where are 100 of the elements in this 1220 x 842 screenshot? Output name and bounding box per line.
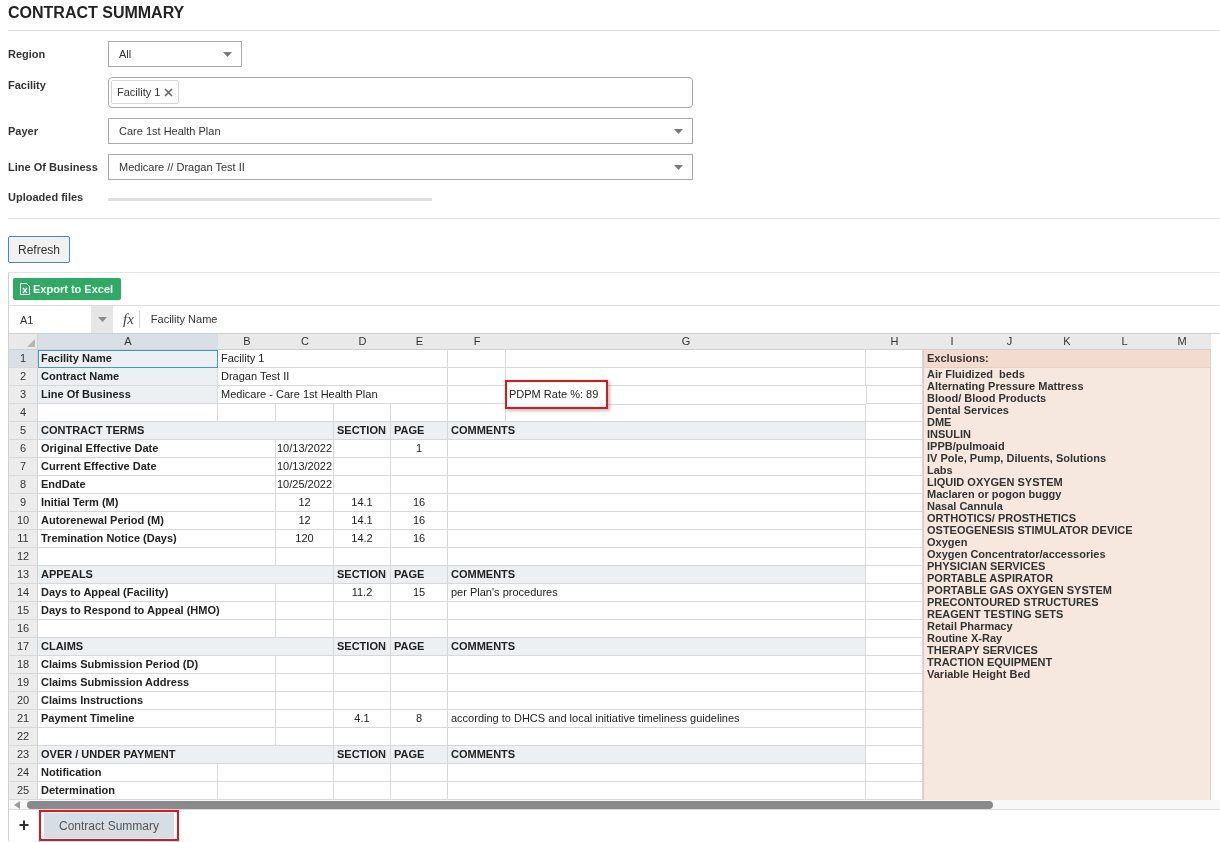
empty-cell[interactable] — [866, 548, 923, 566]
sheet-cell[interactable]: Autorenewal Period (M) — [38, 512, 276, 530]
empty-cell[interactable] — [391, 764, 448, 782]
column-header[interactable]: M — [1153, 334, 1211, 350]
sheet-cell[interactable]: 1 — [391, 440, 448, 458]
empty-cell[interactable] — [448, 692, 866, 710]
empty-cell[interactable] — [866, 494, 923, 512]
sheet-cell[interactable]: 14.1 — [334, 494, 391, 512]
column-header[interactable]: B — [218, 334, 276, 350]
row-header[interactable]: 4 — [9, 404, 38, 422]
row-header[interactable]: 7 — [9, 458, 38, 476]
sheet-cell[interactable]: 8 — [391, 710, 448, 728]
column-header[interactable]: H — [866, 334, 923, 350]
row-header[interactable]: 22 — [9, 728, 38, 746]
sheet-cell[interactable]: Line Of Business — [38, 386, 218, 404]
line-of-business-select[interactable]: Medicare // Dragan Test II — [108, 154, 693, 180]
sheet-cell[interactable]: OVER / UNDER PAYMENT — [38, 746, 334, 764]
empty-cell[interactable] — [448, 440, 866, 458]
triangle-icon[interactable] — [27, 339, 35, 347]
facility-chip[interactable]: Facility 1 — [111, 80, 180, 104]
sheet-cell[interactable]: Days to Appeal (Facility) — [38, 584, 276, 602]
empty-cell[interactable] — [866, 476, 923, 494]
sheet-cell[interactable]: Contract Name — [38, 368, 218, 386]
empty-cell[interactable] — [334, 656, 391, 674]
empty-cell[interactable] — [334, 440, 391, 458]
sheet-cell[interactable]: SECTION — [334, 422, 391, 440]
add-sheet-button[interactable]: + — [9, 810, 39, 840]
sheet-cell[interactable]: Initial Term (M) — [38, 494, 276, 512]
row-header[interactable]: 3 — [9, 386, 38, 404]
sheet-cell[interactable]: 10/13/2022 — [276, 458, 334, 476]
empty-cell[interactable] — [866, 602, 923, 620]
sheet-cell[interactable]: Claims Instructions — [38, 692, 276, 710]
row-header[interactable]: 18 — [9, 656, 38, 674]
empty-cell[interactable] — [276, 656, 334, 674]
empty-cell[interactable] — [334, 674, 391, 692]
column-header[interactable]: G — [506, 334, 866, 350]
sheet-cell[interactable]: Facility 1 — [218, 350, 448, 368]
column-header[interactable]: J — [981, 334, 1038, 350]
empty-cell[interactable] — [866, 404, 923, 422]
horizontal-scrollbar[interactable] — [9, 800, 1220, 810]
sheet-cell[interactable]: APPEALS — [38, 566, 334, 584]
sheet-cell[interactable]: Original Effective Date — [38, 440, 276, 458]
sheet-cell[interactable]: COMMENTS — [448, 746, 866, 764]
sheet-cell[interactable]: PDPM Rate %: 89 — [509, 388, 599, 400]
row-header[interactable]: 23 — [9, 746, 38, 764]
empty-cell[interactable] — [866, 386, 923, 404]
empty-cell[interactable] — [866, 530, 923, 548]
empty-cell[interactable] — [448, 494, 866, 512]
column-header[interactable]: I — [923, 334, 981, 350]
sheet-cell[interactable]: PAGE — [391, 638, 448, 656]
row-header[interactable]: 16 — [9, 620, 38, 638]
empty-cell[interactable] — [391, 458, 448, 476]
sheet-cell[interactable]: Payment Timeline — [38, 710, 276, 728]
sheet-cell[interactable]: 10/13/2022 — [276, 440, 334, 458]
refresh-button[interactable]: Refresh — [8, 236, 71, 263]
empty-cell[interactable] — [276, 692, 334, 710]
row-header[interactable]: 13 — [9, 566, 38, 584]
row-header[interactable]: 5 — [9, 422, 38, 440]
empty-cell[interactable] — [391, 656, 448, 674]
empty-cell[interactable] — [448, 350, 506, 368]
row-header[interactable]: 10 — [9, 512, 38, 530]
sheet-cell[interactable]: COMMENTS — [448, 566, 866, 584]
sheet-cell[interactable]: Claims Submission Address — [38, 674, 276, 692]
sheet-tab[interactable]: Contract Summary — [44, 813, 174, 838]
region-select[interactable]: All — [108, 41, 242, 67]
empty-cell[interactable] — [866, 692, 923, 710]
row-header[interactable]: 17 — [9, 638, 38, 656]
sheet-cell[interactable]: COMMENTS — [448, 638, 866, 656]
cell-name-box[interactable]: A1 — [9, 306, 113, 333]
sheet-cell[interactable]: CLAIMS — [38, 638, 334, 656]
empty-cell[interactable] — [866, 620, 923, 638]
empty-cell[interactable] — [448, 530, 866, 548]
empty-cell[interactable] — [448, 674, 866, 692]
formula-field[interactable]: Facility Name — [139, 306, 1220, 333]
empty-cell[interactable] — [866, 674, 923, 692]
row-header[interactable]: 6 — [9, 440, 38, 458]
sheet-cell[interactable]: EndDate — [38, 476, 276, 494]
sheet-cell[interactable]: according to DHCS and local initiative timeliness guidelines — [448, 710, 866, 728]
row-header[interactable]: 20 — [9, 692, 38, 710]
sheet-cell[interactable]: Tremination Notice (Days) — [38, 530, 276, 548]
row-header[interactable]: 15 — [9, 602, 38, 620]
sheet-cell[interactable]: 11.2 — [334, 584, 391, 602]
row-header[interactable]: 12 — [9, 548, 38, 566]
empty-cell[interactable] — [866, 656, 923, 674]
sheet-cell[interactable]: per Plan's procedures — [448, 584, 866, 602]
empty-cell[interactable] — [391, 602, 448, 620]
row-header[interactable]: 21 — [9, 710, 38, 728]
empty-cell[interactable] — [506, 350, 866, 368]
scrollbar-thumb[interactable] — [27, 800, 993, 809]
empty-cell[interactable] — [276, 710, 334, 728]
empty-cell[interactable] — [276, 602, 334, 620]
sheet-cell[interactable]: 120 — [276, 530, 334, 548]
row-header[interactable]: 1 — [9, 350, 38, 368]
empty-cell[interactable] — [218, 764, 334, 782]
sheet-cell[interactable]: SECTION — [334, 746, 391, 764]
sheet-cell[interactable]: 16 — [391, 494, 448, 512]
row-header[interactable]: 14 — [9, 584, 38, 602]
sheet-cell[interactable]: PAGE — [391, 566, 448, 584]
column-header[interactable]: E — [391, 334, 448, 350]
sheet-cell[interactable]: Notification — [38, 764, 218, 782]
